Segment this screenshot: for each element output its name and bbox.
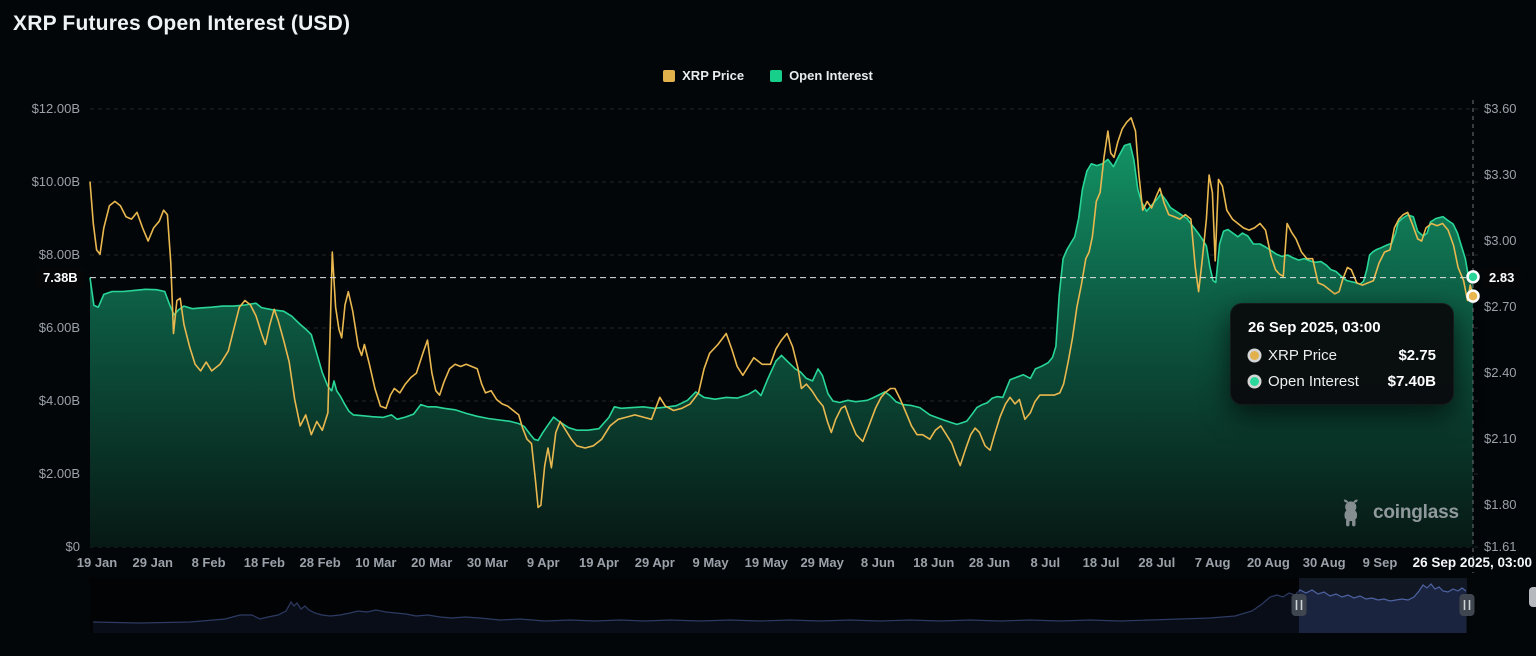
tooltip-value-xrp-price: $2.75 xyxy=(1398,347,1436,364)
y-tick-label-left: $10.00B xyxy=(31,174,80,189)
scrollbar-thumb[interactable] xyxy=(1529,587,1536,607)
y-tick-label-left: $12.00B xyxy=(31,101,80,116)
y-tick-label-left: $6.00B xyxy=(38,320,80,335)
xrp-price-dot-icon xyxy=(1250,351,1259,360)
y-tick-label-right: $1.61 xyxy=(1484,539,1517,554)
y-tick-label-left: $4.00B xyxy=(38,393,80,408)
tooltip-label-open-interest: Open Interest xyxy=(1268,373,1359,390)
x-axis-current-label: 26 Sep 2025, 03:00 xyxy=(1412,555,1532,570)
current-price-badge: 2.83 xyxy=(1482,268,1522,288)
y-tick-label-right: $2.70 xyxy=(1484,299,1517,315)
handle-body xyxy=(1291,594,1307,616)
tooltip-row-xrp-price: XRP Price $2.75 xyxy=(1248,347,1436,364)
tooltip-header: 26 Sep 2025, 03:00 xyxy=(1248,319,1381,336)
range-navigator[interactable] xyxy=(90,578,1536,633)
current-open-interest-badge: 7.38B xyxy=(36,268,85,288)
watermark-text: coinglass xyxy=(1373,502,1459,523)
y-tick-label-right: $2.40 xyxy=(1484,365,1517,381)
y-tick-label-left: $8.00B xyxy=(38,247,80,262)
open-interest-dot-icon xyxy=(1250,377,1259,386)
y-tick-label-right: $1.80 xyxy=(1484,497,1517,513)
navigator-handle-right[interactable] xyxy=(1459,594,1475,616)
handle-body xyxy=(1459,594,1475,616)
tooltip-label-xrp-price: XRP Price xyxy=(1268,347,1337,364)
coinglass-bull-icon xyxy=(1343,499,1358,527)
open-interest-marker-icon xyxy=(1466,270,1480,284)
navigator-selected-range[interactable] xyxy=(1299,578,1467,633)
y-tick-label-left: $2.00B xyxy=(38,466,80,481)
y-tick-label-right: $3.00 xyxy=(1484,233,1517,249)
navigator-dim-left xyxy=(90,578,1299,633)
y-tick-label-right: $3.60 xyxy=(1484,101,1517,116)
tooltip: 26 Sep 2025, 03:00 XRP Price $2.75 Open … xyxy=(1230,303,1454,405)
y-tick-label-left: $0 xyxy=(65,539,80,554)
xrp-price-marker-icon xyxy=(1466,289,1480,303)
y-tick-label-right: $2.10 xyxy=(1484,431,1517,447)
watermark: coinglass xyxy=(1341,499,1459,527)
tooltip-row-open-interest: Open Interest $7.40B xyxy=(1248,373,1436,390)
navigator-handle-left[interactable] xyxy=(1291,594,1307,616)
y-tick-label-right: $3.30 xyxy=(1484,167,1517,183)
chart-page: XRP Futures Open Interest (USD) XRP Pric… xyxy=(0,0,1536,656)
tooltip-value-open-interest: $7.40B xyxy=(1387,373,1436,390)
